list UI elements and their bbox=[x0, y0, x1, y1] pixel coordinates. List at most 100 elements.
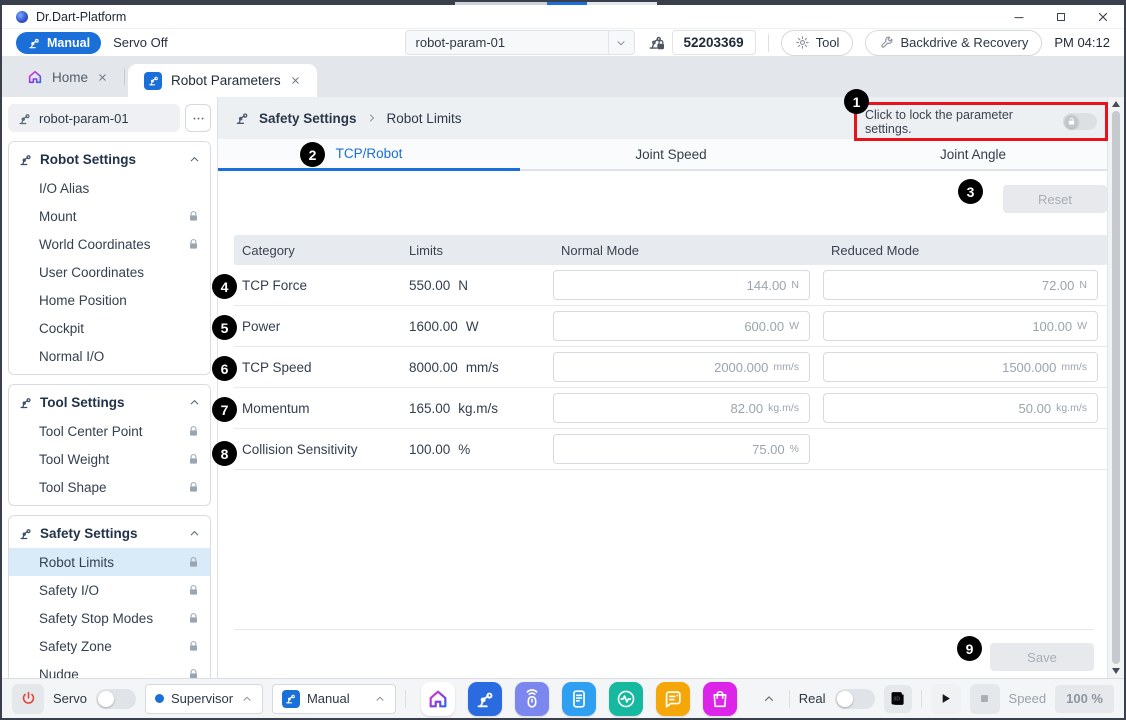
input-unit: kg.m/s bbox=[1056, 402, 1087, 414]
reduced-mode-input[interactable]: 1500.000mm/s bbox=[823, 352, 1098, 382]
limit-value: 100.00 bbox=[409, 442, 450, 457]
column-header: Category bbox=[234, 243, 401, 258]
sidebar-group-header-safety-settings[interactable]: Safety Settings bbox=[9, 518, 210, 548]
sidebar-item-safety-i-o[interactable]: Safety I/O bbox=[9, 576, 210, 604]
sidebar-item-nudge[interactable]: Nudge bbox=[9, 660, 210, 678]
real-toggle[interactable] bbox=[835, 689, 875, 709]
limits-tab-joint-angle[interactable]: Joint Angle bbox=[822, 139, 1124, 171]
sidebar-item-safety-stop-modes[interactable]: Safety Stop Modes bbox=[9, 604, 210, 632]
chevron-up-icon bbox=[188, 396, 201, 409]
reduced-mode-input[interactable]: 72.00N bbox=[823, 270, 1098, 300]
robot-serial-number: 52203369 bbox=[672, 30, 756, 55]
dock-log-icon[interactable] bbox=[656, 682, 690, 716]
speed-value[interactable]: 100 % bbox=[1055, 685, 1114, 713]
sidebar-item-label: Tool Center Point bbox=[39, 424, 143, 439]
input-value: 75.00 bbox=[752, 442, 785, 457]
manual-mode-button[interactable]: Manual bbox=[16, 32, 101, 54]
lock-toggle[interactable] bbox=[1063, 113, 1097, 130]
reset-button[interactable]: Reset bbox=[1003, 185, 1107, 213]
dock-jog-icon[interactable] bbox=[515, 682, 549, 716]
sidebar-group-header-tool-settings[interactable]: Tool Settings bbox=[9, 387, 210, 417]
sidebar-item-user-coordinates[interactable]: User Coordinates bbox=[9, 258, 210, 286]
limits-tab-bar: TCP/RobotJoint SpeedJoint Angle bbox=[218, 139, 1124, 171]
real-label: Real bbox=[799, 691, 826, 706]
lock-parameters-banner: Click to lock the parameter settings. bbox=[854, 102, 1108, 141]
vertical-scrollbar[interactable] bbox=[1107, 97, 1124, 678]
param-file-select[interactable]: robot-param-01 bbox=[405, 30, 635, 55]
save-button[interactable]: Save bbox=[990, 643, 1094, 671]
reduced-mode-input[interactable]: 100.00W bbox=[823, 311, 1098, 341]
stop-button[interactable] bbox=[970, 684, 1000, 714]
limits-tab-tcp-robot[interactable]: TCP/Robot bbox=[218, 139, 520, 171]
param-name-box[interactable]: robot-param-01 bbox=[8, 104, 180, 132]
sidebar-item-tool-weight[interactable]: Tool Weight bbox=[9, 445, 210, 473]
backdrive-recovery-button[interactable]: Backdrive & Recovery bbox=[865, 30, 1042, 56]
sidebar-item-robot-limits[interactable]: Robot Limits bbox=[9, 548, 210, 576]
close-icon[interactable] bbox=[1096, 10, 1110, 24]
breadcrumb-page[interactable]: Robot Limits bbox=[387, 111, 462, 126]
sidebar-item-normal-i-o[interactable]: Normal I/O bbox=[9, 342, 210, 370]
minimize-icon[interactable] bbox=[1012, 10, 1026, 24]
normal-mode-input[interactable]: 2000.000mm/s bbox=[553, 352, 810, 382]
dock-task-writer-icon[interactable] bbox=[562, 682, 596, 716]
mode-select[interactable]: Manual bbox=[272, 684, 396, 714]
sidebar-item-label: Home Position bbox=[39, 293, 127, 308]
scroll-up-arrow[interactable] bbox=[1112, 101, 1120, 107]
table-row: Collision Sensitivity100.00%75.00% bbox=[234, 429, 1107, 470]
maximize-icon[interactable] bbox=[1054, 10, 1068, 24]
robot-icon bbox=[234, 110, 250, 126]
scroll-down-arrow[interactable] bbox=[1112, 668, 1120, 674]
robot-icon bbox=[18, 526, 33, 541]
sidebar-item-tool-shape[interactable]: Tool Shape bbox=[9, 473, 210, 501]
sidebar-item-safety-zone[interactable]: Safety Zone bbox=[9, 632, 210, 660]
normal-mode-input[interactable]: 82.00kg.m/s bbox=[553, 393, 810, 423]
reduced-mode-cell: 1500.000mm/s bbox=[823, 352, 1107, 382]
sidebar-item-cockpit[interactable]: Cockpit bbox=[9, 314, 210, 342]
dock-monitoring-icon[interactable] bbox=[609, 682, 643, 716]
tab-home[interactable]: Home bbox=[14, 57, 121, 97]
tab-robot-parameters[interactable]: Robot Parameters bbox=[128, 64, 317, 97]
tool-button[interactable]: Tool bbox=[781, 30, 854, 56]
normal-mode-input[interactable]: 144.00N bbox=[553, 270, 810, 300]
sidebar-item-mount[interactable]: Mount bbox=[9, 202, 210, 230]
servo-toggle[interactable] bbox=[96, 689, 136, 709]
dock-robot-parameters-icon[interactable] bbox=[468, 682, 502, 716]
limit-unit: N bbox=[458, 278, 468, 293]
store-icon bbox=[709, 688, 731, 710]
sidebar-item-tool-center-point[interactable]: Tool Center Point bbox=[9, 417, 210, 445]
unlock-icon bbox=[1067, 117, 1076, 126]
limit-unit: mm/s bbox=[466, 360, 499, 375]
3d-view-button[interactable]: 3D bbox=[884, 685, 912, 713]
more-options-button[interactable] bbox=[185, 104, 211, 132]
role-select[interactable]: Supervisor bbox=[145, 684, 263, 714]
limits-tab-joint-speed[interactable]: Joint Speed bbox=[520, 139, 822, 171]
input-unit: N bbox=[791, 279, 799, 291]
sidebar-item-world-coordinates[interactable]: World Coordinates bbox=[9, 230, 210, 258]
close-tab-icon[interactable] bbox=[97, 72, 108, 83]
status-bar: Servo Supervisor Manual Real 3D Speed 10… bbox=[2, 678, 1124, 718]
dock-expand-button[interactable] bbox=[758, 688, 780, 710]
normal-mode-input[interactable]: 600.00W bbox=[553, 311, 810, 341]
sidebar-group-label: Tool Settings bbox=[40, 395, 125, 410]
sidebar-group: Tool Settings Tool Center Point Tool Weigh… bbox=[8, 384, 211, 506]
sidebar-item-home-position[interactable]: Home Position bbox=[9, 286, 210, 314]
annotation-badge-9: 9 bbox=[957, 636, 982, 661]
robot-icon bbox=[27, 36, 41, 50]
scrollbar-thumb[interactable] bbox=[1112, 111, 1120, 664]
lock-icon bbox=[187, 556, 200, 569]
power-button[interactable] bbox=[12, 684, 44, 714]
main-panel: Safety Settings Robot Limits TCP/RobotJo… bbox=[218, 97, 1124, 678]
normal-mode-input[interactable]: 75.00% bbox=[553, 434, 810, 464]
reduced-mode-input[interactable]: 50.00kg.m/s bbox=[823, 393, 1098, 423]
sidebar-group-header-robot-settings[interactable]: Robot Settings bbox=[9, 144, 210, 174]
app-tab-strip: Home Robot Parameters bbox=[2, 57, 1124, 97]
dock-home-icon[interactable] bbox=[421, 682, 455, 716]
divider bbox=[124, 69, 125, 85]
close-tab-icon[interactable] bbox=[290, 75, 301, 86]
annotation-badge-3: 3 bbox=[958, 179, 983, 204]
play-button[interactable] bbox=[931, 684, 961, 714]
sidebar-item-label: Safety Zone bbox=[39, 639, 112, 654]
sidebar-item-i-o-alias[interactable]: I/O Alias bbox=[9, 174, 210, 202]
breadcrumb-section[interactable]: Safety Settings bbox=[259, 111, 357, 126]
dock-store-icon[interactable] bbox=[703, 682, 737, 716]
